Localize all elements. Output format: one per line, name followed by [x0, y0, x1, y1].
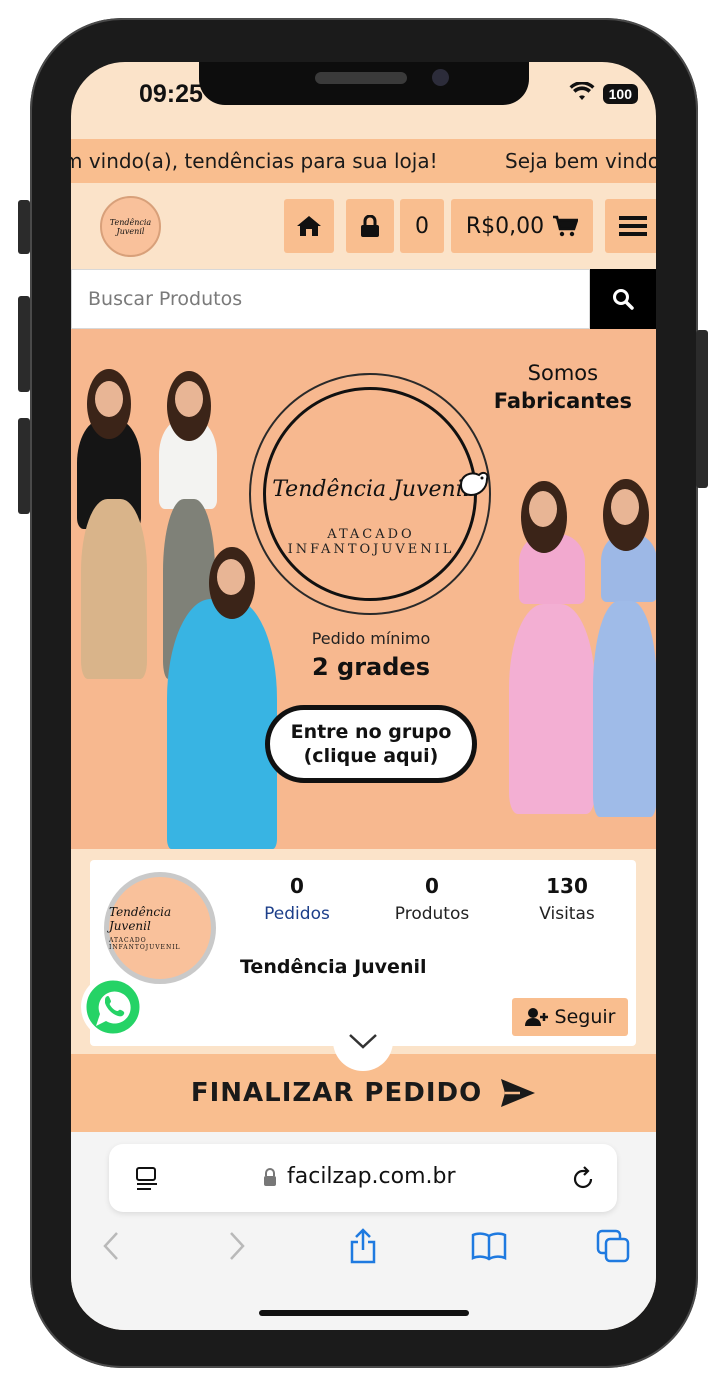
whatsapp-icon [83, 977, 143, 1037]
speaker [315, 72, 407, 84]
minimum-order-value: 2 grades [311, 653, 430, 681]
home-icon [297, 216, 321, 236]
cart-count-badge[interactable]: 0 [400, 199, 444, 253]
profile-avatar: Tendência Juvenil ATACADO INFANTOJUVENIL [104, 872, 216, 984]
add-user-icon [524, 1008, 548, 1026]
chevron-right-icon [230, 1232, 245, 1260]
battery-indicator: 100 [602, 84, 638, 104]
model-photo [167, 599, 277, 849]
wifi-icon [569, 81, 595, 106]
banner-headline: Somos Fabricantes [493, 361, 632, 413]
follow-button[interactable]: Seguir [512, 998, 628, 1036]
tabs-icon [596, 1229, 630, 1263]
cart-icon [553, 215, 579, 237]
ticker-message: m vindo(a), tendências para sua loja! [71, 149, 438, 173]
reader-icon[interactable] [135, 1166, 159, 1192]
browser-toolbar: facilzap.com.br [71, 1132, 656, 1330]
checkout-label: FINALIZAR PEDIDO [190, 1078, 483, 1108]
menu-button[interactable] [605, 199, 656, 253]
search-input[interactable] [71, 269, 590, 329]
share-button[interactable] [343, 1226, 383, 1266]
search-button[interactable] [590, 269, 656, 329]
tabs-button[interactable] [593, 1226, 633, 1266]
cart-button[interactable]: R$0,00 [451, 199, 593, 253]
search-bar [71, 269, 656, 329]
cart-total: R$0,00 [465, 213, 545, 239]
profile-name: Tendência Juvenil [240, 956, 427, 978]
join-group-button[interactable]: Entre no grupo (clique aqui) [265, 705, 477, 783]
model-photo [81, 499, 147, 679]
store-header: Tendência Juvenil 0 R$0,00 [71, 183, 656, 269]
reload-icon[interactable] [571, 1166, 595, 1192]
minimum-order-label: Pedido mínimo [311, 629, 431, 648]
address-bar[interactable]: facilzap.com.br [109, 1144, 617, 1212]
search-icon [613, 289, 634, 310]
stat-visits: 130 Visitas [539, 874, 595, 924]
notch [199, 62, 529, 105]
promo-banner[interactable]: Somos Fabricantes Tendência Juvenil ATAC… [71, 329, 656, 849]
model-photo [509, 604, 595, 814]
phone-power-button [696, 330, 708, 488]
whatsapp-button[interactable] [81, 975, 145, 1039]
bird-icon [459, 471, 489, 497]
lock-icon [361, 215, 379, 237]
brand-name: Tendência Juvenil [272, 477, 470, 502]
store-logo[interactable]: Tendência Juvenil [100, 196, 161, 257]
status-indicators: 100 [569, 81, 638, 106]
model-photo [593, 601, 656, 817]
phone-volume-up [18, 296, 30, 392]
url-text: facilzap.com.br [287, 1164, 456, 1189]
chevron-down-icon [349, 1034, 377, 1049]
home-indicator [259, 1310, 469, 1316]
phone-screen: 09:25 100 m vindo(a), tendências para su… [71, 62, 656, 1330]
phone-volume-down [18, 418, 30, 514]
phone-mute-switch [18, 200, 30, 254]
brand-subtitle: ATACADO INFANTOJUVENIL [287, 527, 455, 557]
menu-icon [619, 216, 647, 236]
lock-icon [264, 1168, 276, 1186]
stat-orders: 0 Pedidos [264, 874, 330, 924]
bookmarks-button[interactable] [469, 1226, 509, 1266]
home-button[interactable] [284, 199, 334, 253]
chevron-left-icon [103, 1232, 118, 1260]
share-icon [350, 1228, 376, 1264]
back-button[interactable] [91, 1226, 131, 1266]
expand-button[interactable] [333, 1011, 393, 1071]
status-time: 09:25 [139, 80, 203, 108]
front-camera [432, 69, 449, 86]
stat-products: 0 Produtos [394, 874, 470, 924]
login-button[interactable] [346, 199, 394, 253]
send-icon [501, 1079, 536, 1107]
forward-button[interactable] [217, 1226, 257, 1266]
ticker-message: Seja bem vindo [505, 149, 656, 173]
book-icon [471, 1232, 507, 1261]
welcome-ticker: m vindo(a), tendências para sua loja! Se… [71, 139, 656, 183]
